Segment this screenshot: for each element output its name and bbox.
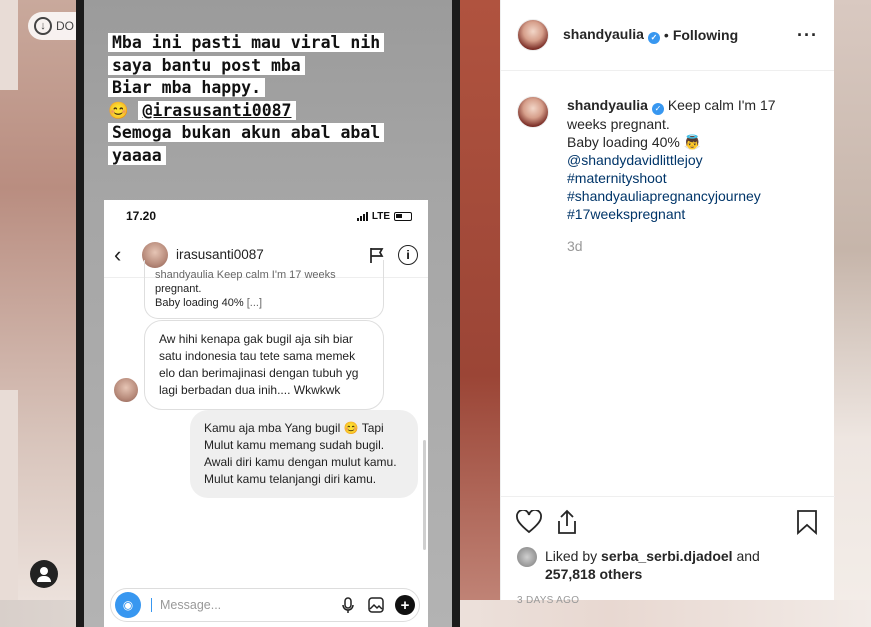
plus-icon: + xyxy=(395,595,415,615)
separator-dot: • xyxy=(663,27,669,43)
likes-count[interactable]: 257,818 others xyxy=(545,566,642,582)
share-icon[interactable] xyxy=(553,508,581,536)
avatar[interactable] xyxy=(517,96,549,128)
network-label: LTE xyxy=(371,210,390,222)
battery-icon xyxy=(394,211,412,221)
story-line: Semoga bukan akun abal abal xyxy=(108,123,385,143)
bookmark-icon[interactable] xyxy=(793,508,821,536)
message-line: shandyaulia Keep calm I'm 17 weeks xyxy=(155,269,336,281)
likes-summary: Liked by serba_serbi.djadoel and 257,818… xyxy=(501,547,835,583)
message-input: Message... xyxy=(151,598,329,612)
download-icon: ↓ xyxy=(34,17,52,35)
background-right xyxy=(834,0,871,627)
caption-tag[interactable]: #shandyauliapregnancyjourney xyxy=(567,187,817,205)
camera-icon: ◉ xyxy=(115,592,141,618)
dm-screenshot: 17.20 LTE ‹ irasusanti0087 i shandyaulia… xyxy=(104,200,428,627)
caption-tag[interactable]: @shandydavidlittlejoy xyxy=(567,151,817,169)
story-line: Mba ini pasti mau viral nih xyxy=(108,33,385,52)
message-line: Baby loading 40% xyxy=(155,297,244,309)
caption-age[interactable]: 3d xyxy=(567,237,817,255)
verified-badge-icon: ✓ xyxy=(651,103,664,115)
header-username[interactable]: shandyaulia ✓ xyxy=(563,26,660,44)
liked-by-and: and xyxy=(736,548,760,564)
download-button[interactable]: ↓ DO xyxy=(28,12,76,40)
post-header: shandyaulia ✓ • Following ··· xyxy=(501,0,834,71)
avatar[interactable] xyxy=(517,19,549,51)
message-bubble: shandyaulia Keep calm I'm 17 weeks pregn… xyxy=(144,260,384,319)
microphone-icon xyxy=(342,597,354,613)
liked-by-prefix: Liked by xyxy=(545,548,598,564)
smile-emoji: 😊 xyxy=(108,100,129,120)
message-line: pregnant. xyxy=(155,283,202,295)
liked-by-user[interactable]: serba_serbi.djadoel xyxy=(601,548,733,564)
caption-username[interactable]: shandyaulia xyxy=(567,97,648,113)
info-icon: i xyxy=(398,244,418,265)
message-bubble: Kamu aja mba Yang bugil 😊 Tapi Mulut kam… xyxy=(190,410,418,498)
message-thread: shandyaulia Keep calm I'm 17 weeks pregn… xyxy=(104,260,428,588)
story-caption: Mba ini pasti mau viral nih saya bantu p… xyxy=(108,32,385,168)
story-screenshot: Mba ini pasti mau viral nih saya bantu p… xyxy=(84,0,452,627)
post-side-panel: shandyaulia ✓ • Following ··· shandyaulia… xyxy=(500,0,835,606)
story-mention: @irasusanti0087 xyxy=(138,100,296,120)
gallery-icon xyxy=(368,597,384,613)
story-line: yaaaa xyxy=(108,145,166,165)
more-options-icon[interactable]: ··· xyxy=(797,25,818,46)
avatar xyxy=(114,378,138,402)
username-text[interactable]: shandyaulia xyxy=(563,26,644,42)
caption-line: Baby loading 40% 👼 xyxy=(567,134,702,150)
post-image: Mba ini pasti mau viral nih saya bantu p… xyxy=(76,0,460,627)
download-label: DO xyxy=(56,19,74,33)
background-mid xyxy=(460,0,500,627)
post-actions: Liked by serba_serbi.djadoel and 257,818… xyxy=(501,496,835,606)
back-arrow-icon: ‹ xyxy=(114,241,122,267)
phone-status-bar: 17.20 LTE xyxy=(104,200,428,232)
post-caption: shandyaulia ✓ Keep calm I'm 17 weeks preg… xyxy=(517,96,817,255)
like-heart-icon[interactable] xyxy=(515,508,543,536)
post-date[interactable]: 3 DAYS AGO xyxy=(501,595,835,606)
background-left xyxy=(0,0,80,627)
following-button[interactable]: Following xyxy=(673,27,738,43)
story-line: saya bantu post mba xyxy=(108,55,305,75)
caption-tag[interactable]: #17weekspregnant xyxy=(567,205,817,223)
message-more: [...] xyxy=(246,297,263,309)
message-composer: ◉ Message... + xyxy=(110,588,420,622)
verified-badge-icon: ✓ xyxy=(647,32,660,44)
story-line: Biar mba happy. xyxy=(108,78,266,98)
avatar[interactable] xyxy=(517,547,537,567)
message-bubble: Aw hihi kenapa gak bugil aja sih biar sa… xyxy=(144,320,384,410)
scrollbar xyxy=(423,440,426,550)
user-profile-icon[interactable] xyxy=(30,560,58,588)
signal-icon xyxy=(356,211,368,221)
phone-time: 17.20 xyxy=(126,209,157,223)
caption-tag[interactable]: #maternityshoot xyxy=(567,169,817,187)
